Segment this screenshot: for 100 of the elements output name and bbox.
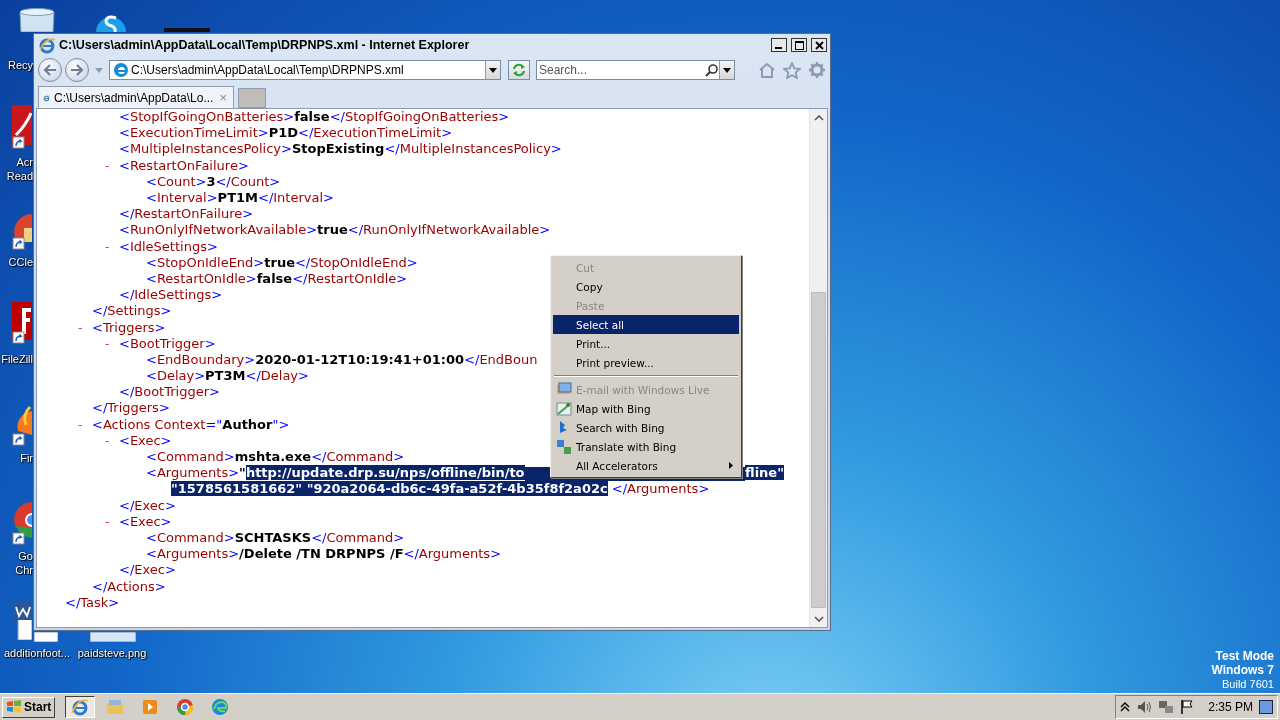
shortcut-icon[interactable] — [12, 405, 32, 447]
browser-tab[interactable]: C:\Users\admin\AppData\Lo... × — [38, 86, 234, 108]
browser-icon — [70, 697, 91, 717]
clock-text[interactable]: 2:35 PM — [1208, 700, 1253, 714]
collapse-toggle[interactable]: - — [105, 336, 119, 351]
scroll-thumb[interactable] — [811, 292, 826, 608]
search-icon[interactable] — [705, 63, 719, 77]
menu-item[interactable]: Select all — [553, 315, 739, 334]
browser-icon — [210, 697, 231, 717]
search-dropdown-button[interactable] — [719, 61, 734, 79]
menu-item[interactable]: Map with Bing — [553, 399, 739, 418]
xml-line: <ExecutionTimeLimit>P1D</ExecutionTimeLimit> — [119, 125, 453, 142]
menu-item[interactable]: Copy — [553, 277, 739, 296]
xml-line: <StopIfGoingOnBatteries>false</StopIfGoingOnBatteries> — [119, 109, 510, 126]
xml-line: <RestartOnFailure> — [119, 157, 249, 174]
forward-arrow-icon — [70, 64, 84, 76]
xml-line: <StopOnIdleEnd>true</StopOnIdleEnd> — [146, 254, 418, 271]
volume-icon[interactable] — [1136, 699, 1153, 715]
page-icon — [113, 62, 129, 78]
document-file-icon[interactable] — [14, 600, 32, 640]
xml-line: </Exec> — [119, 562, 176, 579]
xml-line: <Command>SCHTASKS</Command> — [146, 529, 405, 546]
star-icon[interactable] — [783, 61, 801, 79]
icon-label[interactable]: Read — [0, 169, 33, 183]
icon-label[interactable]: Recy — [0, 58, 33, 72]
address-bar[interactable]: C:\Users\admin\AppData\Local\Temp\DRPNPS.xml — [109, 60, 501, 80]
search-box[interactable]: Search... — [536, 60, 735, 80]
scrollbar[interactable] — [809, 109, 827, 627]
xml-line: </IdleSettings> — [119, 287, 223, 304]
maximize-button[interactable] — [791, 38, 807, 52]
shortcut-icon[interactable] — [12, 302, 32, 346]
icon-label[interactable]: Go — [0, 549, 33, 563]
icon-label[interactable]: Chr — [0, 563, 33, 577]
address-dropdown-button[interactable] — [485, 61, 500, 79]
caret-icon — [813, 615, 824, 622]
xml-line: <RunOnlyIfNetworkAvailable>true</RunOnlyIfNetworkAvailable> — [119, 222, 551, 239]
xml-line: </Triggers> — [92, 400, 170, 417]
xml-line: </Task> — [65, 594, 120, 611]
system-watermark-text: Test Mode — [1215, 649, 1274, 663]
collapse-toggle[interactable]: - — [105, 158, 119, 173]
address-field[interactable]: C:\Users\admin\AppData\Local\Temp\DRPNPS.xml — [129, 62, 485, 78]
menu-item[interactable]: Print... — [553, 334, 739, 353]
back-button[interactable] — [38, 58, 62, 82]
icon-label[interactable]: additionfoot... — [0, 646, 74, 660]
menu-item[interactable]: Print preview... — [553, 353, 739, 372]
folder-icon — [105, 697, 126, 717]
icon-label[interactable]: FileZill — [0, 352, 33, 366]
windows-logo-icon — [6, 699, 22, 715]
xml-line: <BootTrigger> — [119, 335, 216, 352]
collapse-toggle[interactable]: - — [105, 514, 119, 529]
taskbar-app-button[interactable] — [65, 696, 96, 718]
xml-line: </BootTrigger> — [119, 384, 220, 401]
collapse-toggle[interactable]: - — [105, 239, 119, 254]
collapse-toggle[interactable]: - — [105, 433, 119, 448]
icon-label[interactable]: CCle — [0, 255, 33, 269]
show-desktop-icon[interactable] — [1259, 700, 1273, 714]
collapse-toggle[interactable]: - — [78, 320, 92, 335]
xml-line: <Interval>PT1M</Interval> — [146, 190, 334, 207]
flag-icon[interactable] — [1180, 699, 1195, 715]
icon-label[interactable]: paidsteve.png — [76, 646, 148, 660]
xml-line: </Settings> — [92, 303, 172, 320]
xml-line: "1578561581662" "920a2064-db6c-49fa-a52f-4b35f8f2a02c </Arguments> — [171, 481, 710, 498]
browser-icon — [175, 697, 196, 717]
xml-line: <Command>mshta.exe</Command> — [146, 449, 405, 466]
xml-line: <IdleSettings> — [119, 238, 218, 255]
caret-icon — [813, 114, 824, 121]
browser-logo-icon — [38, 36, 56, 54]
caret-icon — [723, 67, 731, 73]
xml-line: </RestartOnFailure> — [119, 206, 254, 223]
menu-item[interactable]: All Accelerators — [553, 456, 739, 475]
start-button[interactable]: Start — [2, 696, 56, 718]
chevron-up-icon[interactable] — [1120, 702, 1131, 712]
refresh-button[interactable] — [508, 60, 530, 80]
minimize-button[interactable] — [771, 38, 787, 52]
pdf-shortcut-icon[interactable] — [12, 105, 32, 151]
icon-label[interactable]: Acr — [0, 155, 33, 169]
network-icon[interactable] — [1158, 699, 1175, 715]
forward-button[interactable] — [65, 58, 89, 82]
translate-icon — [556, 439, 572, 455]
xml-line: <Delay>PT3M</Delay> — [146, 368, 309, 385]
close-button[interactable] — [811, 38, 827, 52]
window-title: C:\Users\admin\AppData\Local\Temp\DRPNPS.xml - Internet Explorer — [59, 38, 471, 52]
xml-line: </Actions> — [92, 578, 166, 595]
xml-line: <Exec> — [119, 432, 172, 449]
refresh-icon — [512, 63, 526, 77]
recycle-bin-icon[interactable] — [18, 8, 56, 32]
xml-line: </Exec> — [119, 497, 176, 514]
menu-item[interactable]: Search with Bing — [553, 418, 739, 437]
maximize-icon — [794, 40, 804, 50]
xml-line: <Count>3</Count> — [146, 173, 281, 190]
menu-item[interactable]: Translate with Bing — [553, 437, 739, 456]
system-watermark-text: Windows 7 — [1211, 663, 1274, 677]
xml-line: <Arguments>/Delete /TN DRPNPS /F</Arguments> — [146, 546, 502, 563]
close-icon — [814, 40, 824, 50]
xml-line: <RestartOnIdle>false</RestartOnIdle> — [146, 270, 408, 287]
search-field[interactable]: Search... — [537, 62, 705, 78]
system-watermark-text: Build 7601 — [1222, 677, 1274, 691]
icon-label[interactable]: Fir — [0, 451, 33, 465]
xml-line: <Actions Context="Author"> — [92, 416, 290, 433]
collapse-toggle[interactable]: - — [78, 417, 92, 432]
